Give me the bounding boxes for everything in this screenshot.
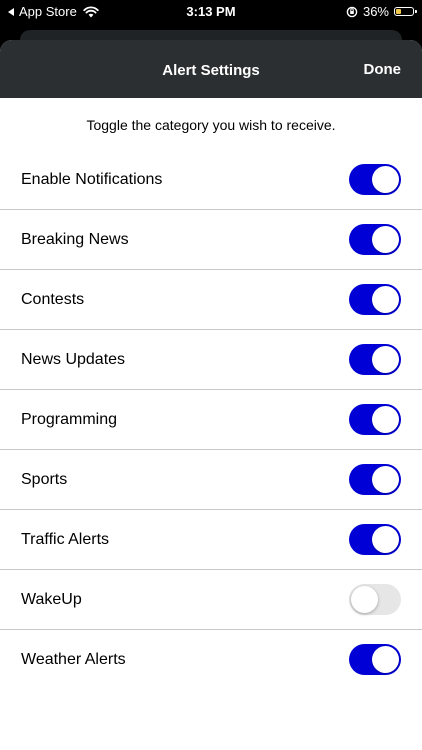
toggle-switch[interactable] (349, 584, 401, 615)
alert-settings-sheet: Alert Settings Done Toggle the category … (0, 40, 422, 750)
toggle-switch[interactable] (349, 164, 401, 195)
toggle-label: Traffic Alerts (21, 531, 110, 548)
toggle-knob (372, 466, 399, 493)
toggle-row: Programming (0, 390, 422, 450)
nav-bar: Alert Settings Done (0, 40, 422, 98)
rotation-lock-icon (346, 6, 358, 17)
toggle-row: Contests (0, 270, 422, 330)
status-bar: App Store 3:13 PM 36% (0, 0, 422, 24)
toggle-label: WakeUp (21, 591, 82, 608)
toggle-row: Traffic Alerts (0, 510, 422, 570)
toggle-label: Enable Notifications (21, 171, 163, 188)
toggle-label: Sports (21, 471, 68, 488)
battery-level-fill (396, 9, 401, 14)
toggle-row: WakeUp (0, 570, 422, 630)
toggle-switch[interactable] (349, 344, 401, 375)
battery-percent: 36% (362, 4, 389, 19)
toggle-label: News Updates (21, 351, 126, 368)
battery-icon (394, 7, 417, 16)
page-title: Alert Settings (162, 62, 260, 79)
toggle-knob (372, 526, 399, 553)
done-button[interactable]: Done (364, 61, 402, 78)
toggle-list: Enable Notifications Breaking News Conte… (0, 150, 422, 689)
toggle-row: News Updates (0, 330, 422, 390)
toggle-row: Sports (0, 450, 422, 510)
toggle-switch[interactable] (349, 284, 401, 315)
toggle-knob (372, 286, 399, 313)
toggle-row: Weather Alerts (0, 630, 422, 689)
status-right: 36% (346, 4, 417, 19)
toggle-label: Weather Alerts (21, 651, 126, 668)
toggle-switch[interactable] (349, 224, 401, 255)
toggle-switch[interactable] (349, 464, 401, 495)
toggle-switch[interactable] (349, 404, 401, 435)
toggle-knob (372, 406, 399, 433)
toggle-label: Breaking News (21, 231, 129, 248)
toggle-switch[interactable] (349, 524, 401, 555)
toggle-knob (372, 166, 399, 193)
toggle-switch[interactable] (349, 644, 401, 675)
toggle-knob (372, 346, 399, 373)
toggle-knob (372, 226, 399, 253)
toggle-knob (372, 646, 399, 673)
toggle-row: Enable Notifications (0, 150, 422, 210)
toggle-row: Breaking News (0, 210, 422, 270)
toggle-label: Contests (21, 291, 85, 308)
instructions-text: Toggle the category you wish to receive. (86, 117, 336, 133)
toggle-knob (351, 586, 378, 613)
toggle-label: Programming (21, 411, 118, 428)
